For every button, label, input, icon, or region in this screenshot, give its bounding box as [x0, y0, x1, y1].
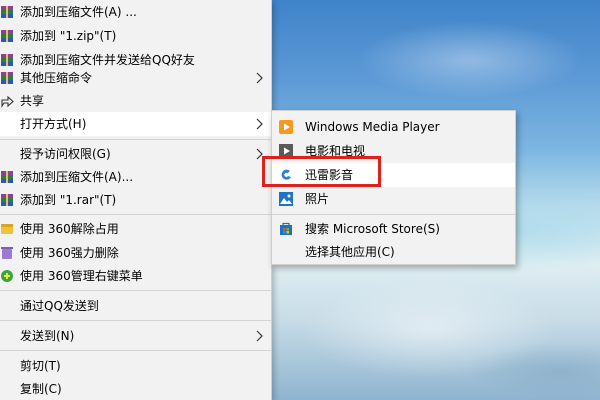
- menu-item-label: 添加到压缩文件(A) ...: [20, 5, 137, 19]
- menu-item-label: 共享: [20, 94, 45, 108]
- submenu-item-label: 搜索 Microsoft Store(S): [305, 222, 440, 236]
- submenu-item-choose-other-app[interactable]: 选择其他应用(C): [272, 240, 515, 264]
- menu-separator: [0, 320, 271, 321]
- menu-item-grant-access[interactable]: 授予访问权限(G): [0, 142, 271, 166]
- menu-item-360-force-delete[interactable]: 使用 360强力删除: [0, 241, 271, 265]
- submenu-item-windows-media-player[interactable]: Windows Media Player: [272, 115, 515, 139]
- menu-item-label: 打开方式(H): [20, 117, 87, 131]
- menu-separator: [0, 214, 271, 215]
- menu-item-label: 通过QQ发送到: [20, 299, 99, 313]
- menu-item-label: 添加到压缩文件并发送给QQ好友: [20, 53, 195, 67]
- menu-item-label: 使用 360强力删除: [20, 246, 119, 260]
- red-highlight-annotation: [262, 156, 381, 187]
- menu-item-open-with[interactable]: 打开方式(H): [0, 112, 271, 136]
- winrar-archive-icon: [1, 194, 13, 206]
- menu-item-label: 添加到 "1.zip"(T): [20, 29, 117, 43]
- chevron-right-icon: [256, 118, 263, 130]
- 360-delete-icon: [1, 247, 13, 259]
- submenu-separator: [272, 214, 515, 215]
- menu-item-share[interactable]: 共享: [0, 89, 271, 113]
- winrar-archive-icon: [1, 30, 13, 42]
- winrar-archive-icon: [1, 72, 13, 84]
- menu-item-add-to-rar[interactable]: 添加到 "1.rar"(T): [0, 188, 271, 212]
- menu-item-copy[interactable]: 复制(C): [0, 377, 271, 400]
- submenu-item-search-store[interactable]: 搜索 Microsoft Store(S): [272, 217, 515, 241]
- context-menu: 添加到压缩文件(A) ... 添加到 "1.zip"(T) 添加到压缩文件并发送…: [0, 0, 272, 400]
- photos-icon: [279, 192, 293, 206]
- menu-item-label: 剪切(T): [20, 359, 61, 373]
- winrar-archive-icon: [1, 6, 13, 18]
- chevron-right-icon: [256, 330, 263, 342]
- menu-separator: [0, 290, 271, 291]
- menu-separator: [0, 350, 271, 351]
- menu-item-other-compress-commands[interactable]: 其他压缩命令: [0, 66, 271, 90]
- submenu-item-label: 选择其他应用(C): [305, 245, 395, 259]
- windows-media-player-icon: [279, 120, 293, 134]
- menu-item-360-manage-menu[interactable]: 使用 360管理右键菜单: [0, 264, 271, 288]
- menu-separator: [0, 139, 271, 140]
- menu-item-send-via-qq[interactable]: 通过QQ发送到: [0, 294, 271, 318]
- submenu-item-label: Windows Media Player: [305, 120, 440, 134]
- winrar-archive-icon: [1, 54, 13, 66]
- menu-item-add-to-archive[interactable]: 添加到压缩文件(A) ...: [0, 0, 271, 24]
- menu-item-label: 复制(C): [20, 382, 62, 396]
- 360-manage-icon: [1, 270, 13, 282]
- menu-item-label: 使用 360解除占用: [20, 222, 119, 236]
- chevron-right-icon: [256, 72, 263, 84]
- menu-item-label: 使用 360管理右键菜单: [20, 269, 143, 283]
- menu-item-label: 其他压缩命令: [20, 71, 93, 85]
- open-with-submenu: Windows Media Player 电影和电视 迅雷影音 照片 搜索 Mi…: [271, 110, 516, 265]
- menu-item-label: 添加到压缩文件(A)...: [20, 170, 134, 184]
- menu-item-label: 添加到 "1.rar"(T): [20, 193, 117, 207]
- winrar-archive-icon: [1, 171, 13, 183]
- menu-item-add-to-archive-2[interactable]: 添加到压缩文件(A)...: [0, 165, 271, 189]
- menu-item-add-to-zip[interactable]: 添加到 "1.zip"(T): [0, 24, 271, 48]
- menu-item-cut[interactable]: 剪切(T): [0, 354, 271, 378]
- 360-unlock-icon: [1, 224, 13, 234]
- menu-item-360-unlock[interactable]: 使用 360解除占用: [0, 217, 271, 241]
- microsoft-store-icon: [280, 222, 292, 235]
- share-icon: [1, 95, 14, 108]
- submenu-item-photos[interactable]: 照片: [272, 187, 515, 211]
- menu-item-label: 发送到(N): [20, 329, 75, 343]
- menu-item-label: 授予访问权限(G): [20, 147, 111, 161]
- menu-item-send-to[interactable]: 发送到(N): [0, 324, 271, 348]
- submenu-item-label: 照片: [305, 192, 330, 206]
